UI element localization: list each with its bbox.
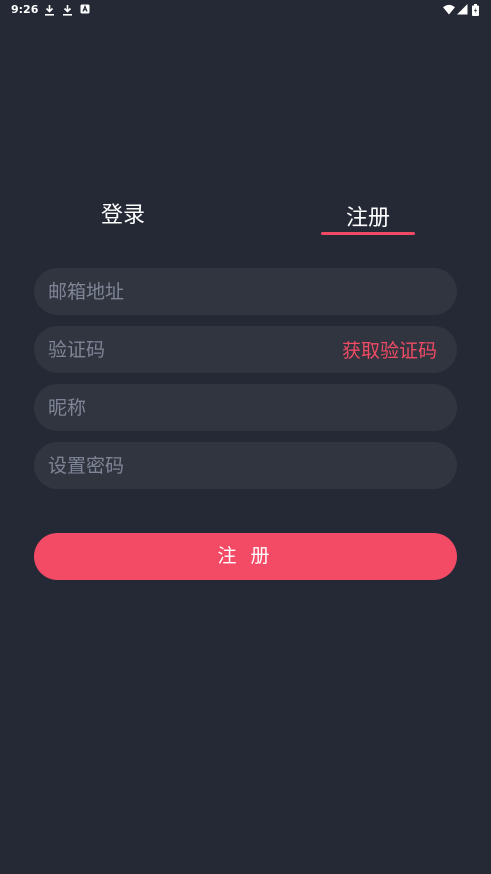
nickname-input[interactable] (48, 384, 328, 431)
password-input[interactable] (48, 442, 328, 489)
status-bar: 9:26 (0, 0, 491, 22)
password-field-container (34, 442, 457, 489)
signal-icon (457, 4, 469, 16)
code-field-container: 获取验证码 (34, 326, 457, 373)
font-icon (80, 4, 92, 16)
battery-icon (472, 4, 484, 16)
active-tab-indicator (321, 232, 415, 235)
register-button[interactable]: 注 册 (34, 533, 457, 580)
nickname-field-container (34, 384, 457, 431)
status-time: 9:26 (11, 3, 39, 16)
download-icon (44, 4, 56, 16)
verification-code-input[interactable] (48, 326, 328, 373)
download-icon (62, 4, 74, 16)
register-screen: 9:26 登录 注册 获取验证码 注 册 (0, 0, 491, 874)
tab-register[interactable]: 注册 (321, 201, 415, 241)
tab-login[interactable]: 登录 (78, 198, 168, 238)
wifi-icon (443, 4, 455, 16)
email-field-container (34, 268, 457, 315)
get-code-button[interactable]: 获取验证码 (342, 326, 437, 373)
email-input[interactable] (48, 268, 328, 315)
